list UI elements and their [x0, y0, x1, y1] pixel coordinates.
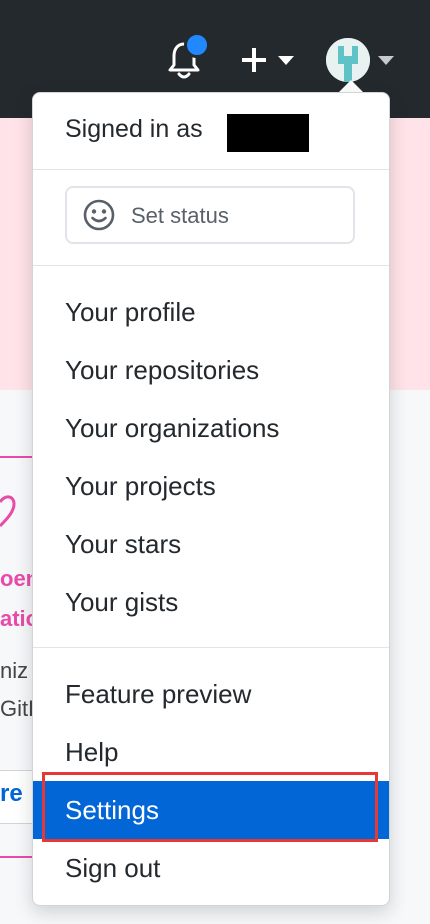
- chevron-down-icon: [378, 56, 394, 65]
- avatar-icon: [326, 38, 370, 82]
- menu-item-sign-out[interactable]: Sign out: [33, 839, 389, 897]
- status-section: Set status: [33, 170, 389, 266]
- background-text: niz: [0, 658, 29, 683]
- background-text: atio: [0, 606, 34, 631]
- menu-item-your-organizations[interactable]: Your organizations: [33, 399, 389, 457]
- notification-badge: [184, 32, 210, 58]
- menu-item-your-projects[interactable]: Your projects: [33, 457, 389, 515]
- menu-divider: [33, 647, 389, 648]
- menu-item-feature-preview[interactable]: Feature preview: [33, 665, 389, 723]
- background-text: GitH: [0, 696, 34, 721]
- menu-item-your-stars[interactable]: Your stars: [33, 515, 389, 573]
- smiley-icon: [83, 199, 115, 231]
- signed-in-header: Signed in as: [33, 93, 389, 170]
- set-status-label: Set status: [131, 203, 229, 228]
- redacted-username: [227, 114, 309, 152]
- menu-item-your-profile[interactable]: Your profile: [33, 283, 389, 341]
- heart-icon: [0, 495, 16, 528]
- background-text: oen: [0, 566, 34, 591]
- create-new-button[interactable]: [240, 44, 300, 78]
- menu-item-your-repositories[interactable]: Your repositories: [33, 341, 389, 399]
- menu-item-your-gists[interactable]: Your gists: [33, 573, 389, 631]
- signed-in-label: Signed in as: [65, 115, 203, 143]
- plus-icon: [242, 48, 266, 72]
- annotation-highlight-box: [42, 772, 378, 842]
- user-menu-button[interactable]: [326, 38, 394, 84]
- chevron-down-icon: [278, 56, 294, 65]
- set-status-button[interactable]: Set status: [65, 186, 355, 244]
- background-link: re: [0, 780, 23, 807]
